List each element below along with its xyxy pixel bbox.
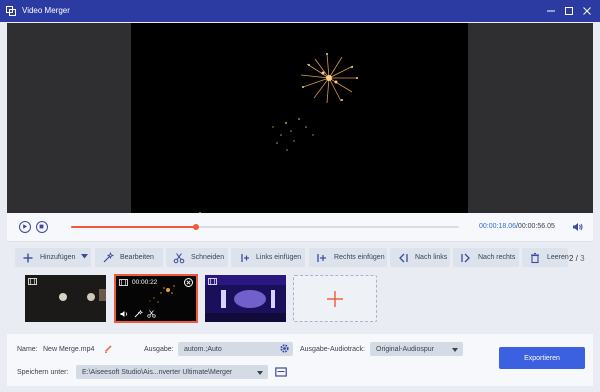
move-left-button[interactable]: Nach links [390,248,450,267]
stop-button[interactable] [36,221,48,233]
plus-icon [326,290,344,308]
clip-thumbnail[interactable] [25,275,106,322]
audio-track-select[interactable]: Original-Audiospur [370,342,463,356]
dropdown-arrow-icon[interactable] [81,254,89,261]
move-right-label: Nach rechts [478,254,516,261]
volume-icon[interactable] [120,310,129,318]
add-clip-slot[interactable] [293,275,377,322]
format-label: Ausgabe: [144,346,174,353]
save-path-value: E:\Aiseesoft Studio\Ais...nverter Ultima… [82,368,233,376]
output-format-select[interactable]: autom.;Auto [178,342,293,356]
trash-icon [529,252,541,264]
insert-left-label: Links einfügen [256,254,302,261]
insert-right-icon [316,252,328,264]
page-total: 3 [580,254,585,263]
edit-button[interactable]: Bearbeiten [95,248,163,267]
volume-icon[interactable] [572,222,584,232]
toolbar: Hinzufügen Bearbeiten Schneiden Links ei… [7,248,593,268]
insert-right-label: Rechts einfügen [334,254,385,261]
output-format-value: autom.;Auto [184,345,222,353]
folder-icon[interactable] [275,366,287,377]
page-counter: 2 / 3 [569,254,585,263]
minimize-button[interactable] [544,4,558,18]
insert-left-icon [238,252,250,264]
clip-strip: 00:00:22 [0,272,600,326]
play-button[interactable] [19,221,31,233]
film-icon [208,278,217,285]
move-right-button[interactable]: Nach rechts [453,248,519,267]
window-title: Video Merger [22,6,70,15]
video-preview [7,23,593,213]
total-time: /00:00:56.05 [515,223,555,230]
scissors-icon[interactable] [147,310,156,318]
chevron-down-icon [257,370,263,375]
cut-label: Schneiden [191,254,225,261]
time-display: 00:00:18.06/00:00:56.05 [479,223,555,230]
chevron-down-icon [452,347,458,352]
add-label: Hinzufügen [40,254,76,261]
output-name[interactable]: New Merge.mp4 [43,346,94,353]
insert-right-button[interactable]: Rechts einfügen [309,248,387,267]
maximize-button[interactable] [562,4,576,18]
moon-thumbnail-image [25,275,106,322]
magic-wand-icon [102,251,114,264]
audio-track-value: Original-Audiospur [376,345,434,353]
progress-fill [71,226,196,228]
film-icon [119,279,128,286]
video-frame [131,23,468,213]
clip-thumbnail-selected[interactable]: 00:00:22 [114,274,198,323]
scissors-icon [173,252,185,264]
close-button[interactable] [580,4,594,18]
name-label: Name: [17,346,38,353]
save-path-select[interactable]: E:\Aiseesoft Studio\Ais...nverter Ultima… [76,365,268,379]
move-left-label: Nach links [415,254,448,261]
player-controls: 00:00:18.06/00:00:56.05 [7,213,593,242]
chevron-left-icon [397,252,409,264]
progress-handle[interactable] [192,224,199,230]
add-button[interactable]: Hinzufügen [15,248,91,267]
current-time: 00:00:18.06 [479,223,516,230]
export-button[interactable]: Exportieren [499,347,585,369]
edit-name-icon[interactable] [104,344,113,353]
output-settings: Name: New Merge.mp4 Ausgabe: autom.;Auto… [7,334,593,386]
concert-thumbnail-image [205,275,286,322]
app-icon [6,6,16,16]
audio-track-label: Ausgabe-Audiotrack: [300,346,365,353]
film-icon [28,278,37,285]
plus-icon [22,252,34,264]
insert-left-button[interactable]: Links einfügen [231,248,305,267]
gear-icon[interactable] [279,343,290,354]
title-bar: Video Merger [0,0,600,22]
clip-duration: 00:00:22 [132,279,158,286]
save-location-label: Speichern unter: [17,369,69,376]
edit-label: Bearbeiten [120,254,154,261]
clear-label: Leeren [547,254,569,261]
remove-clip-icon[interactable] [184,278,193,287]
clip-thumbnail[interactable] [205,275,286,322]
progress-slider[interactable] [71,224,459,230]
cut-button[interactable]: Schneiden [166,248,228,267]
magic-wand-icon[interactable] [134,309,144,318]
clear-button[interactable]: Leeren [522,248,569,267]
page-current: 2 [569,254,574,263]
chevron-right-icon [460,252,472,264]
fireworks-image [199,53,358,213]
